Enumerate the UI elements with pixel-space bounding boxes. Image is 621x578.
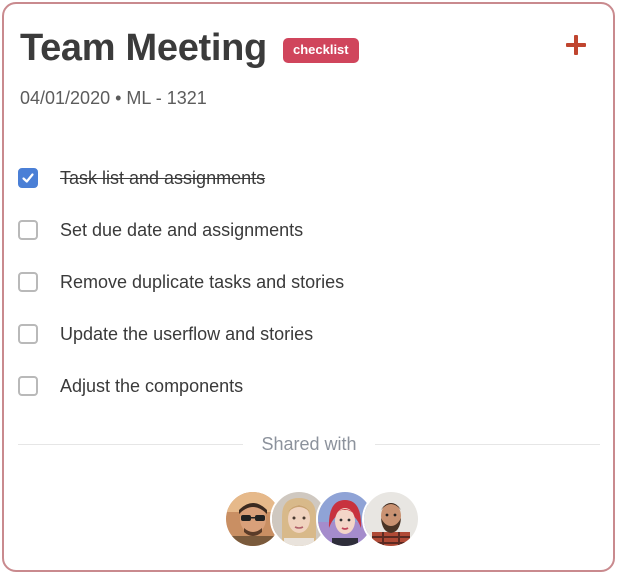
- shared-with-label: Shared with: [261, 434, 357, 454]
- card-meta: 04/01/2020 • ML - 1321: [20, 88, 207, 108]
- checkbox[interactable]: [18, 168, 38, 188]
- shared-divider: Shared with: [18, 432, 600, 456]
- checklist-item[interactable]: Task list and assignments: [18, 152, 598, 204]
- title-row: Team Meeting checklist: [20, 26, 359, 70]
- shared-avatars: [224, 490, 424, 548]
- checklist-item-label: Adjust the components: [60, 376, 244, 396]
- checkbox[interactable]: [18, 220, 38, 240]
- checklist-item-label: Set due date and assignments: [60, 220, 304, 240]
- checklist-item[interactable]: Adjust the components: [18, 360, 598, 412]
- card-title: Team Meeting: [20, 27, 267, 69]
- checklist-item-label: Remove duplicate tasks and stories: [60, 272, 345, 292]
- checklist-item[interactable]: Set due date and assignments: [18, 204, 598, 256]
- checklist: Task list and assignments Set due date a…: [18, 152, 598, 412]
- checklist-item[interactable]: Remove duplicate tasks and stories: [18, 256, 598, 308]
- checklist-card: Team Meeting checklist 04/01/2020 • ML -…: [2, 2, 615, 572]
- checkbox[interactable]: [18, 376, 38, 396]
- divider-line: [18, 443, 244, 445]
- checklist-item-label: Task list and assignments: [60, 168, 266, 188]
- plus-icon: [566, 35, 586, 55]
- add-item-button[interactable]: [563, 32, 589, 58]
- checkmark-icon: [22, 173, 34, 183]
- checklist-item-label: Update the userflow and stories: [60, 324, 314, 344]
- checkbox[interactable]: [18, 272, 38, 292]
- avatar-icon[interactable]: [362, 490, 420, 548]
- checklist-item[interactable]: Update the userflow and stories: [18, 308, 598, 360]
- checklist-badge: checklist: [282, 37, 359, 63]
- checkbox[interactable]: [18, 324, 38, 344]
- divider-line: [374, 443, 600, 445]
